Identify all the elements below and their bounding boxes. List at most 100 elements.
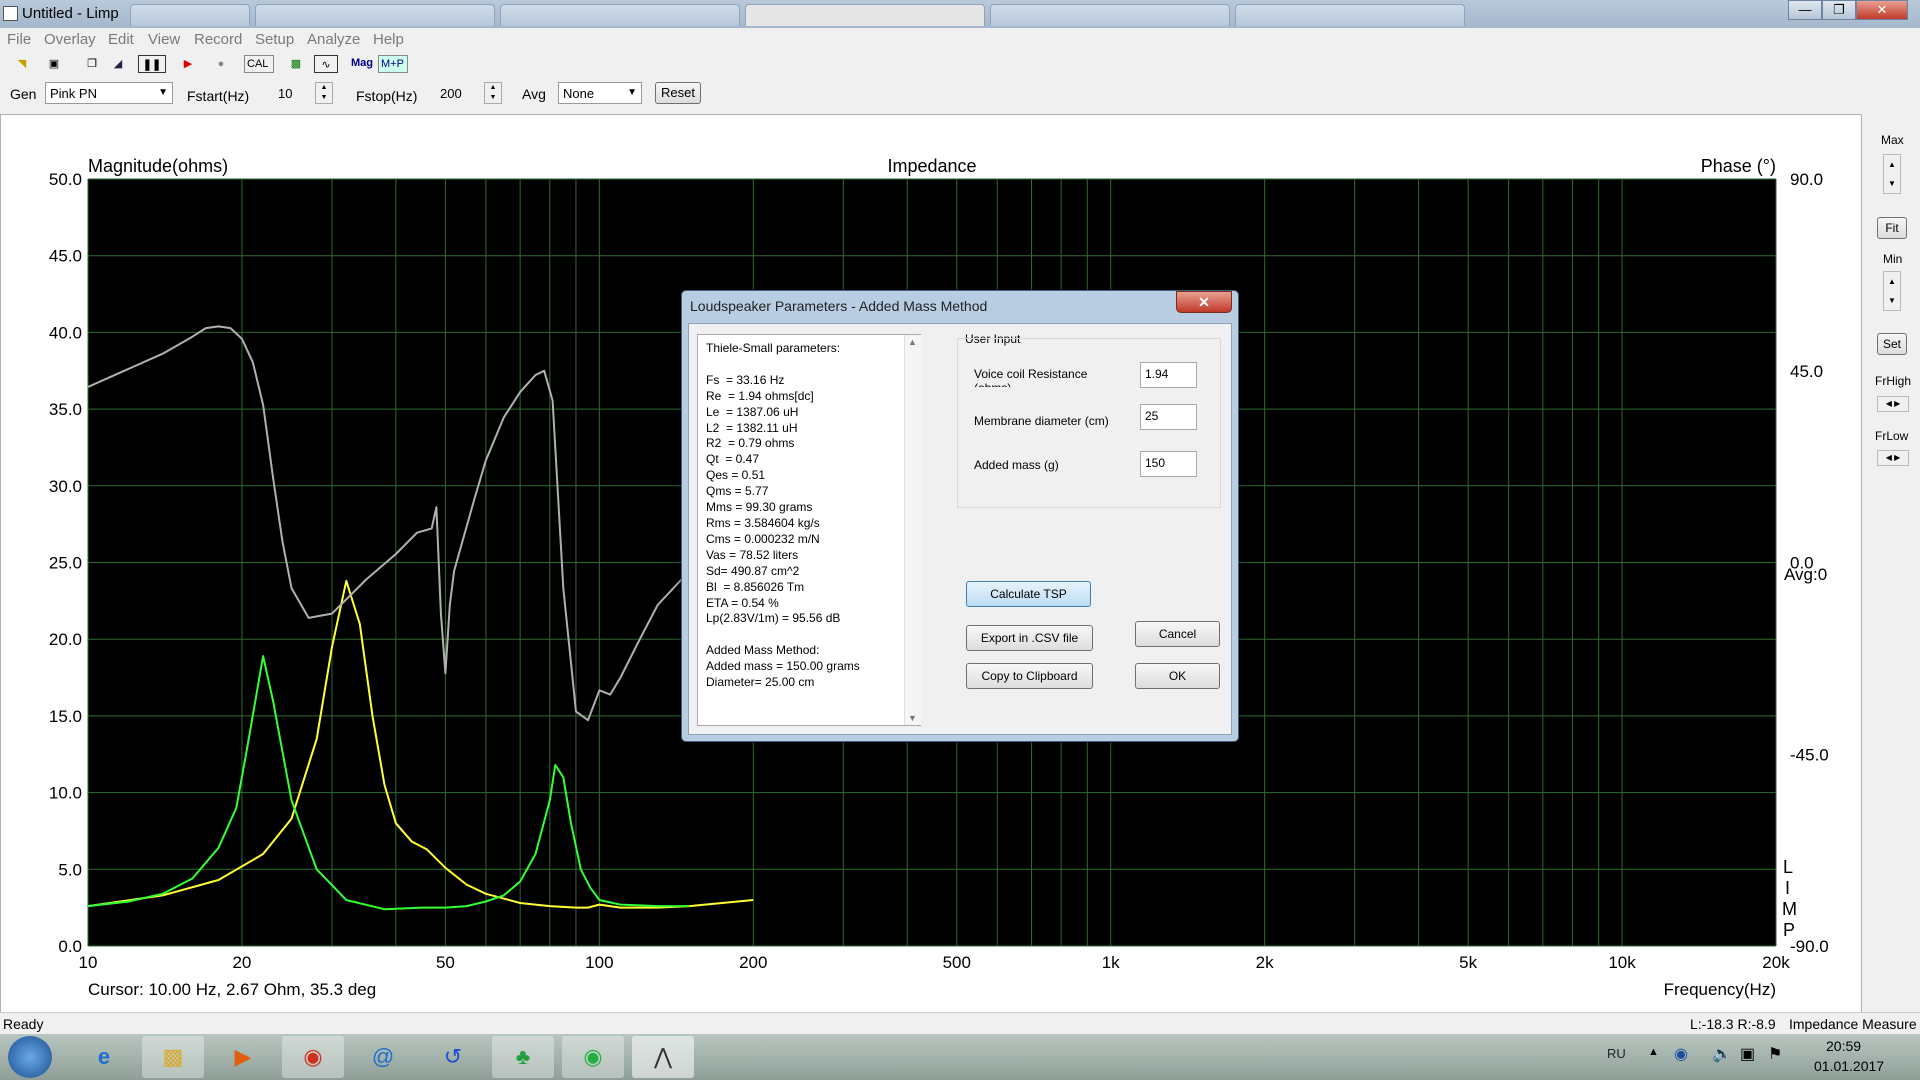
x-tick-label: 100 xyxy=(585,953,613,972)
x-tick-label: 1k xyxy=(1102,953,1120,972)
menu-help[interactable]: Help xyxy=(373,31,404,48)
tsp-line: Thiele-Small parameters: xyxy=(706,341,841,355)
background-tab[interactable] xyxy=(1235,4,1465,26)
menu-overlay[interactable]: Overlay xyxy=(44,31,96,48)
close-button[interactable]: ✕ xyxy=(1856,0,1908,20)
fit-button[interactable]: Fit xyxy=(1877,217,1907,239)
max-spinner[interactable]: ▲ ▼ xyxy=(1883,154,1901,194)
y2-tick-label: 90.0 xyxy=(1790,170,1823,189)
clock-time[interactable]: 20:59 xyxy=(1826,1038,1861,1054)
generator-controls: Gen Pink PN ▼ Fstart(Hz) 10 ▲ ▼ Fstop(Hz)… xyxy=(0,80,1920,110)
fstart-spinner[interactable]: ▲ ▼ xyxy=(315,82,333,104)
cancel-button[interactable]: Cancel xyxy=(1135,621,1220,647)
scroll-up-icon[interactable]: ▲ xyxy=(908,337,917,347)
ok-button[interactable]: OK xyxy=(1135,663,1220,689)
status-bar: Ready L:-18.3 R:-8.9 Impedance Measure xyxy=(0,1012,1920,1035)
language-indicator[interactable]: RU xyxy=(1607,1046,1626,1061)
background-tab[interactable] xyxy=(255,4,495,26)
scale-panel: Max ▲ ▼ Fit Min ▲ ▼ Set FrHigh ◀ ▶ FrLow ◀… xyxy=(1865,114,1920,1014)
clover-icon[interactable]: ♣ xyxy=(492,1036,554,1078)
background-tab[interactable] xyxy=(500,4,740,26)
fstop-input[interactable]: 200 xyxy=(440,86,462,101)
x-tick-label: 5k xyxy=(1459,953,1477,972)
pause-icon[interactable]: ❚❚ xyxy=(138,55,166,73)
y2-tick-label: -45.0 xyxy=(1790,745,1829,764)
tray-app-icon[interactable]: ◉ xyxy=(1674,1044,1688,1064)
chrome-icon[interactable]: ◉ xyxy=(282,1036,344,1078)
tray-up-icon[interactable]: ▲ xyxy=(1648,1046,1659,1058)
menu-analyze[interactable]: Analyze xyxy=(307,31,360,48)
tsp-line: Sd= 490.87 cm^2 xyxy=(706,563,800,578)
joystick-icon[interactable]: ◉ xyxy=(562,1036,624,1078)
min-spinner[interactable]: ▲ ▼ xyxy=(1883,271,1901,311)
media-icon[interactable]: ▶ xyxy=(212,1036,274,1078)
y2-tick-label: 45.0 xyxy=(1790,362,1823,381)
x-tick-label: 2k xyxy=(1256,953,1274,972)
open-icon[interactable]: ◥ xyxy=(12,55,32,73)
mass-input[interactable]: 150 xyxy=(1140,451,1197,477)
limp-task-icon[interactable]: ⋀ xyxy=(632,1036,694,1078)
tsp-results-box[interactable]: Thiele-Small parameters: Fs = 33.16 Hz Re… xyxy=(697,334,921,726)
tsp-line: Cms = 0.000232 m/N xyxy=(706,531,820,546)
save-icon[interactable]: ▣ xyxy=(44,55,64,73)
wave-icon[interactable]: ∿ xyxy=(314,55,338,73)
app-icon[interactable]: ↺ xyxy=(422,1036,484,1078)
mode-readout: Impedance Measure xyxy=(1789,1016,1917,1032)
mag-phase-button[interactable]: M+P xyxy=(378,55,408,73)
fstop-spinner[interactable]: ▲ ▼ xyxy=(484,82,502,104)
menu-edit[interactable]: Edit xyxy=(108,31,134,48)
gen-select[interactable]: Pink PN ▼ xyxy=(45,82,173,104)
clock-date[interactable]: 01.01.2017 xyxy=(1814,1058,1884,1074)
flag-icon[interactable]: ⚑ xyxy=(1768,1044,1782,1064)
limp-letter: L xyxy=(1783,857,1793,877)
menu-file[interactable]: File xyxy=(7,31,31,48)
frlow-label: FrLow xyxy=(1875,429,1909,443)
frhigh-label: FrHigh xyxy=(1875,374,1912,388)
volume-icon[interactable]: 🔈 xyxy=(1712,1044,1732,1064)
dialog-title: Loudspeaker Parameters - Added Mass Meth… xyxy=(690,298,988,314)
cal-button[interactable]: CAL xyxy=(244,55,274,73)
diam-input[interactable]: 25 xyxy=(1140,404,1197,430)
dialog-body: Thiele-Small parameters: Fs = 33.16 Hz Re… xyxy=(688,323,1232,735)
background-tab[interactable] xyxy=(130,4,250,26)
fstart-label: Fstart(Hz) xyxy=(187,88,250,104)
marker-icon[interactable]: ◢ xyxy=(108,55,128,73)
tsp-line: Qes = 0.51 xyxy=(706,468,766,483)
copy-clipboard-button[interactable]: Copy to Clipboard xyxy=(966,663,1093,689)
diam-label: Membrane diameter (cm) xyxy=(974,414,1109,428)
tsp-line: Le = 1387.06 uH xyxy=(706,404,799,419)
x-tick-label: 10 xyxy=(79,953,98,972)
calculate-tsp-button[interactable]: Calculate TSP xyxy=(966,581,1091,607)
record-icon[interactable]: ● xyxy=(211,55,231,73)
scroll-down-icon[interactable]: ▼ xyxy=(908,713,917,723)
minimize-button[interactable]: — xyxy=(1788,0,1822,20)
start-button[interactable] xyxy=(8,1036,52,1078)
frhigh-spinner[interactable]: ◀ ▶ xyxy=(1877,396,1909,412)
background-tab[interactable] xyxy=(745,4,985,26)
network-icon[interactable]: ▣ xyxy=(1740,1044,1755,1064)
mag-label[interactable]: Mag xyxy=(351,57,373,69)
copy-icon[interactable]: ❐ xyxy=(82,55,102,73)
gen-label: Gen xyxy=(10,86,37,102)
tsp-line: Qt = 0.47 xyxy=(706,452,760,467)
play-icon[interactable]: ▶ xyxy=(178,55,198,73)
avg-select[interactable]: None ▼ xyxy=(558,82,642,104)
menu-setup[interactable]: Setup xyxy=(255,31,294,48)
reset-button[interactable]: Reset xyxy=(655,82,701,104)
overlay-icon[interactable]: ▩ xyxy=(286,55,306,73)
frlow-spinner[interactable]: ◀ ▶ xyxy=(1877,450,1909,466)
dialog-close-button[interactable]: ✕ xyxy=(1176,291,1232,313)
limp-letter: I xyxy=(1785,878,1790,898)
mail-icon[interactable]: @ xyxy=(352,1036,414,1078)
vcr-input[interactable]: 1.94 xyxy=(1140,362,1197,388)
ie-icon[interactable]: e xyxy=(73,1036,135,1078)
menu-record[interactable]: Record xyxy=(194,31,242,48)
background-tab[interactable] xyxy=(990,4,1230,26)
fstart-input[interactable]: 10 xyxy=(278,86,292,101)
menu-view[interactable]: View xyxy=(148,31,180,48)
set-button[interactable]: Set xyxy=(1877,333,1907,355)
tsp-scrollbar[interactable]: ▲ ▼ xyxy=(904,335,921,725)
export-csv-button[interactable]: Export in .CSV file xyxy=(966,625,1093,651)
explorer-icon[interactable]: ▩ xyxy=(142,1036,204,1078)
maximize-button[interactable]: ❐ xyxy=(1822,0,1856,20)
